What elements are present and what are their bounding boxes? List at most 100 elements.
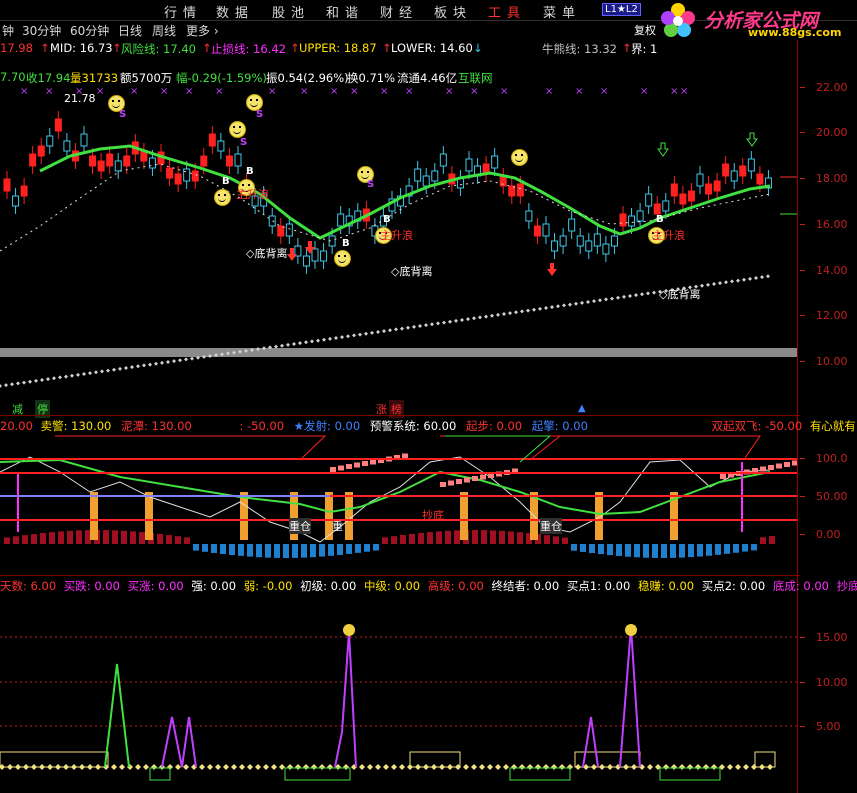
upper-value: UPPER: 18.87 [299,41,377,55]
candle-body [54,118,62,132]
trend-diamond [4,383,8,388]
baseline-diamond [527,764,533,770]
trend-diamond [418,324,422,328]
menu-quote[interactable]: 行情 [164,2,196,21]
baseline-diamond [399,764,405,770]
candle-body [525,210,533,222]
candle-body [3,178,11,192]
histogram-bar [697,544,703,557]
baseline-diamond [663,764,669,770]
histogram-bar [688,544,694,558]
purple-spike [582,716,599,768]
histogram-bar [706,544,712,556]
trend-diamond [544,306,548,310]
histogram-bar [499,530,505,544]
histogram-bar [373,544,379,551]
oscillator-panel[interactable] [0,432,797,575]
candle-body [80,133,88,147]
signal-panel[interactable] [0,592,797,793]
purple-spike [161,716,197,768]
histogram-bar [202,544,208,552]
trend-diamond [406,325,410,330]
baseline-diamond [207,764,213,770]
histogram-bar [769,536,775,544]
menu-data[interactable]: 数据 [216,2,248,21]
candle-body [542,223,550,237]
trend-diamond [448,319,452,324]
trend-diamond [316,338,320,343]
histogram-bar [121,530,127,544]
candle-body [636,210,644,222]
baseline-diamond [311,764,317,770]
trend-diamond [460,318,464,322]
baseline-diamond [383,764,389,770]
panel2-field: : -50.00 [239,419,285,433]
heavy-position-label: 重仓 [540,518,562,534]
signal-block [338,465,344,471]
histogram-bar [508,531,514,544]
panel3-field: 弱: -0.00 [243,579,293,593]
panel2-axis-line [797,415,798,575]
x-marker: × [300,86,308,97]
trend-diamond [532,307,536,312]
tab-minute[interactable]: 钟 [2,22,14,39]
tab-30min[interactable]: 30分钟 [22,22,61,39]
tab-more[interactable]: 更多 › [186,22,219,39]
candle-body [174,173,182,185]
signal-block [480,474,486,480]
candle-body [166,167,174,179]
baseline-diamond [519,764,525,770]
histogram-bar [328,544,334,556]
menu-sector[interactable]: 板块 [434,2,466,21]
baseline-diamond [143,764,149,770]
baseline-diamond [535,764,541,770]
candlestick-panel[interactable]: × × × × × × × × × × × × × × × × × × × × × × × [0,86,797,416]
menu-finance[interactable]: 财经 [380,2,412,21]
trend-diamond [340,335,344,340]
menu-harmony[interactable]: 和谐 [326,2,358,21]
trend-diamond [76,372,80,377]
trend-diamond [736,278,740,283]
x-marker: × [350,86,358,97]
trend-diamond [526,308,530,313]
histogram-bar [103,530,109,544]
menu-stock-pool[interactable]: 股池 [272,2,304,21]
volume-column [90,492,98,540]
candle-body [568,218,576,232]
trend-diamond [40,378,44,382]
trend-diamond [166,360,170,364]
trend-diamond [286,342,290,347]
histogram-bar [733,544,739,553]
trend-diamond [556,304,560,309]
baseline-diamond [327,764,333,770]
tab-60min[interactable]: 60分钟 [70,22,109,39]
money-bag-icon [625,624,637,636]
trend-diamond [172,359,176,364]
tab-weekly[interactable]: 周线 [152,22,176,39]
baseline-diamond [367,764,373,770]
histogram-bar [616,544,622,556]
histogram-bar [760,537,766,544]
trend-diamond [514,310,518,315]
trend-diamond [754,276,758,280]
baseline-diamond [495,764,501,770]
histogram-bar [409,533,415,544]
histogram-bar [517,532,523,544]
x-marker: × [20,86,28,97]
histogram-bar [751,544,757,551]
trend-diamond [34,378,38,383]
tab-daily[interactable]: 日线 [118,22,142,39]
yellow-box [0,751,109,768]
histogram-bar [643,544,649,558]
trend-diamond [178,358,182,363]
sector-name[interactable]: 互联网 [458,70,493,86]
sell-signal: S [119,109,127,120]
smiley-icon [229,121,246,138]
x-marker: × [330,86,338,97]
trend-diamond [610,296,614,301]
trend-diamond [124,366,128,370]
menu-tools[interactable]: 工具 [488,2,520,21]
candle-body [225,155,233,167]
menu-menu[interactable]: 菜单 [543,2,575,21]
candle-body [439,153,447,167]
